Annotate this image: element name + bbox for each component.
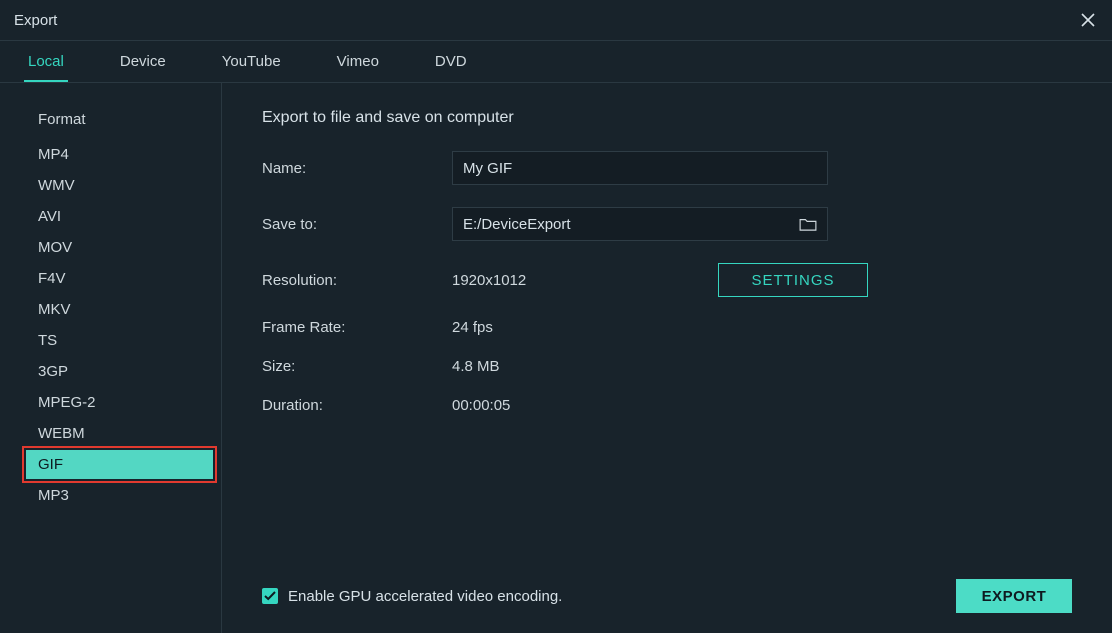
main-panel: Export to file and save on computer Name… [222, 83, 1112, 633]
format-mpeg2[interactable]: MPEG-2 [0, 388, 221, 417]
save-to-value: E:/DeviceExport [463, 216, 571, 233]
window-title: Export [14, 12, 57, 29]
footer: Enable GPU accelerated video encoding. E… [262, 559, 1072, 613]
label-size: Size: [262, 358, 452, 375]
value-frame-rate: 24 fps [452, 319, 493, 336]
sidebar: Format MP4 WMV AVI MOV F4V MKV TS 3GP MP… [0, 83, 222, 633]
format-mov[interactable]: MOV [0, 233, 221, 262]
tab-device[interactable]: Device [116, 41, 170, 82]
folder-icon [799, 217, 817, 231]
row-name: Name: [262, 151, 1072, 185]
export-button[interactable]: EXPORT [956, 579, 1072, 613]
tab-local[interactable]: Local [24, 41, 68, 82]
sidebar-header: Format [0, 103, 221, 138]
body: Format MP4 WMV AVI MOV F4V MKV TS 3GP MP… [0, 83, 1112, 633]
row-duration: Duration: 00:00:05 [262, 397, 1072, 414]
format-avi[interactable]: AVI [0, 202, 221, 231]
value-resolution: 1920x1012 [452, 272, 682, 289]
row-save-to: Save to: E:/DeviceExport [262, 207, 1072, 241]
save-to-picker[interactable]: E:/DeviceExport [452, 207, 828, 241]
format-f4v[interactable]: F4V [0, 264, 221, 293]
format-ts[interactable]: TS [0, 326, 221, 355]
row-resolution: Resolution: 1920x1012 SETTINGS [262, 263, 1072, 297]
gpu-label: Enable GPU accelerated video encoding. [288, 588, 562, 605]
value-size: 4.8 MB [452, 358, 500, 375]
value-duration: 00:00:05 [452, 397, 510, 414]
check-icon [264, 591, 276, 601]
format-3gp[interactable]: 3GP [0, 357, 221, 386]
gpu-row: Enable GPU accelerated video encoding. [262, 588, 562, 605]
label-save-to: Save to: [262, 216, 452, 233]
label-name: Name: [262, 160, 452, 177]
tab-vimeo[interactable]: Vimeo [333, 41, 383, 82]
main-title: Export to file and save on computer [262, 109, 1072, 127]
format-mp3[interactable]: MP3 [0, 481, 221, 510]
row-size: Size: 4.8 MB [262, 358, 1072, 375]
format-mkv[interactable]: MKV [0, 295, 221, 324]
close-icon [1081, 13, 1095, 27]
label-duration: Duration: [262, 397, 452, 414]
name-input[interactable] [452, 151, 828, 185]
row-frame-rate: Frame Rate: 24 fps [262, 319, 1072, 336]
label-resolution: Resolution: [262, 272, 452, 289]
settings-button[interactable]: SETTINGS [718, 263, 868, 297]
close-button[interactable] [1078, 10, 1098, 30]
tab-youtube[interactable]: YouTube [218, 41, 285, 82]
gpu-checkbox[interactable] [262, 588, 278, 604]
format-webm[interactable]: WEBM [0, 419, 221, 448]
label-frame-rate: Frame Rate: [262, 319, 452, 336]
tab-dvd[interactable]: DVD [431, 41, 471, 82]
format-mp4[interactable]: MP4 [0, 140, 221, 169]
format-gif[interactable]: GIF [26, 450, 213, 479]
export-dialog: Export Local Device YouTube Vimeo DVD Fo… [0, 0, 1112, 633]
tabs: Local Device YouTube Vimeo DVD [0, 41, 1112, 83]
format-wmv[interactable]: WMV [0, 171, 221, 200]
titlebar: Export [0, 0, 1112, 41]
